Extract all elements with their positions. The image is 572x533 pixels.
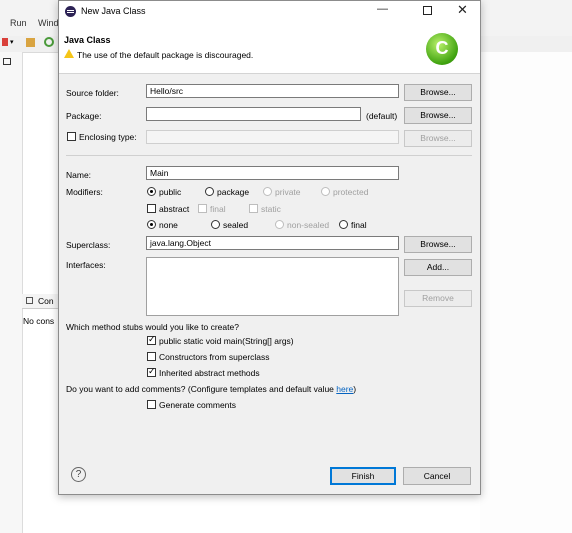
help-icon[interactable]: ?	[71, 467, 86, 482]
ide-left-trim	[0, 52, 23, 533]
source-folder-browse-button[interactable]: Browse...	[404, 84, 472, 101]
sealing-final-radio[interactable]	[339, 220, 348, 229]
static-checkbox[interactable]	[249, 204, 258, 213]
modifier-package-label: package	[217, 187, 250, 197]
console-tab[interactable]: Con	[22, 294, 60, 309]
toolbar-build-icon[interactable]	[26, 38, 35, 47]
name-input[interactable]: Main	[146, 166, 399, 180]
superclass-browse-button[interactable]: Browse...	[404, 236, 472, 253]
interfaces-list[interactable]	[146, 257, 399, 316]
console-icon	[26, 297, 33, 304]
enclosing-type-input[interactable]	[146, 130, 399, 144]
sealing-sealed-radio[interactable]	[211, 220, 220, 229]
modifier-private-label: private	[275, 187, 301, 197]
stub-main-checkbox[interactable]	[147, 334, 156, 345]
stub-main-label: public static void main(String[] args)	[159, 336, 294, 346]
sealing-final-label: final	[351, 220, 367, 230]
package-label: Package:	[66, 111, 102, 121]
abstract-checkbox[interactable]	[147, 204, 156, 213]
toolbar-debug-icon[interactable]	[2, 38, 8, 46]
stub-inherited-checkbox[interactable]	[147, 366, 156, 377]
interfaces-remove-button[interactable]: Remove	[404, 290, 472, 307]
warning-icon	[64, 49, 74, 58]
maximize-button[interactable]	[423, 6, 432, 15]
interfaces-add-button[interactable]: Add...	[404, 259, 472, 276]
ide-right-area	[480, 52, 572, 533]
modifier-protected-label: protected	[333, 187, 369, 197]
dialog-title: New Java Class	[81, 6, 146, 16]
modifier-package-radio[interactable]	[205, 187, 214, 196]
source-folder-label: Source folder:	[66, 88, 119, 98]
separator	[66, 155, 472, 156]
sealing-non-sealed-radio[interactable]	[275, 220, 284, 229]
close-button[interactable]: ✕	[457, 2, 468, 18]
stub-inherited-label: Inherited abstract methods	[159, 368, 260, 378]
package-browse-button[interactable]: Browse...	[404, 107, 472, 124]
sealing-none-radio[interactable]	[147, 220, 156, 229]
console-message: No cons	[23, 316, 55, 326]
enclosing-type-label: Enclosing type:	[79, 132, 137, 142]
modifier-protected-radio[interactable]	[321, 187, 330, 196]
superclass-input[interactable]: java.lang.Object	[146, 236, 399, 250]
modifier-public-label: public	[159, 187, 182, 197]
static-label: static	[261, 204, 281, 214]
wizard-banner: Java Class The use of the default packag…	[59, 23, 480, 74]
generate-comments-checkbox[interactable]	[147, 400, 156, 409]
restore-icon[interactable]	[3, 58, 11, 65]
package-input[interactable]	[146, 107, 361, 121]
chevron-down-icon[interactable]: ▾	[10, 38, 14, 46]
console-tab-label: Con	[38, 296, 54, 306]
final-label: final	[210, 204, 226, 214]
comments-question: Do you want to add comments? (Configure …	[66, 384, 356, 394]
eclipse-icon	[65, 6, 76, 17]
toolbar-run-icon[interactable]	[44, 37, 54, 47]
sealing-sealed-label: sealed	[223, 220, 249, 230]
interfaces-label: Interfaces:	[66, 260, 106, 270]
stub-constructors-label: Constructors from superclass	[159, 352, 270, 362]
sealing-none-label: none	[159, 220, 178, 230]
minimize-button[interactable]: —	[377, 3, 388, 15]
configure-templates-link[interactable]: here	[336, 384, 353, 394]
comments-question-suffix: )	[353, 384, 357, 394]
dialog-titlebar: New Java Class — ✕	[59, 1, 480, 23]
superclass-label: Superclass:	[66, 240, 111, 250]
enclosing-type-browse-button[interactable]: Browse...	[404, 130, 472, 147]
sealing-non-sealed-label: non-sealed	[287, 220, 330, 230]
menu-window[interactable]: Wind	[38, 18, 59, 28]
source-folder-input[interactable]: Hello/src	[146, 84, 399, 98]
banner-message: The use of the default package is discou…	[77, 50, 254, 60]
enclosing-type-checkbox[interactable]	[67, 132, 76, 141]
modifier-private-radio[interactable]	[263, 187, 272, 196]
new-java-class-dialog: New Java Class — ✕ Java Class The use of…	[58, 0, 481, 495]
cancel-button[interactable]: Cancel	[403, 467, 471, 485]
banner-heading: Java Class	[64, 35, 111, 45]
generate-comments-label: Generate comments	[159, 400, 237, 410]
modifier-public-radio[interactable]	[147, 187, 156, 196]
modifiers-label: Modifiers:	[66, 187, 103, 197]
final-checkbox[interactable]	[198, 204, 207, 213]
finish-button[interactable]: Finish	[330, 467, 396, 485]
stub-constructors-checkbox[interactable]	[147, 352, 156, 361]
menu-run[interactable]: Run	[10, 18, 27, 28]
package-default-label: (default)	[366, 111, 398, 121]
new-class-icon: C	[426, 33, 458, 65]
name-label: Name:	[66, 170, 92, 180]
comments-question-text: Do you want to add comments? (Configure …	[66, 384, 337, 394]
stubs-question: Which method stubs would you like to cre…	[66, 322, 239, 332]
abstract-label: abstract	[159, 204, 190, 214]
